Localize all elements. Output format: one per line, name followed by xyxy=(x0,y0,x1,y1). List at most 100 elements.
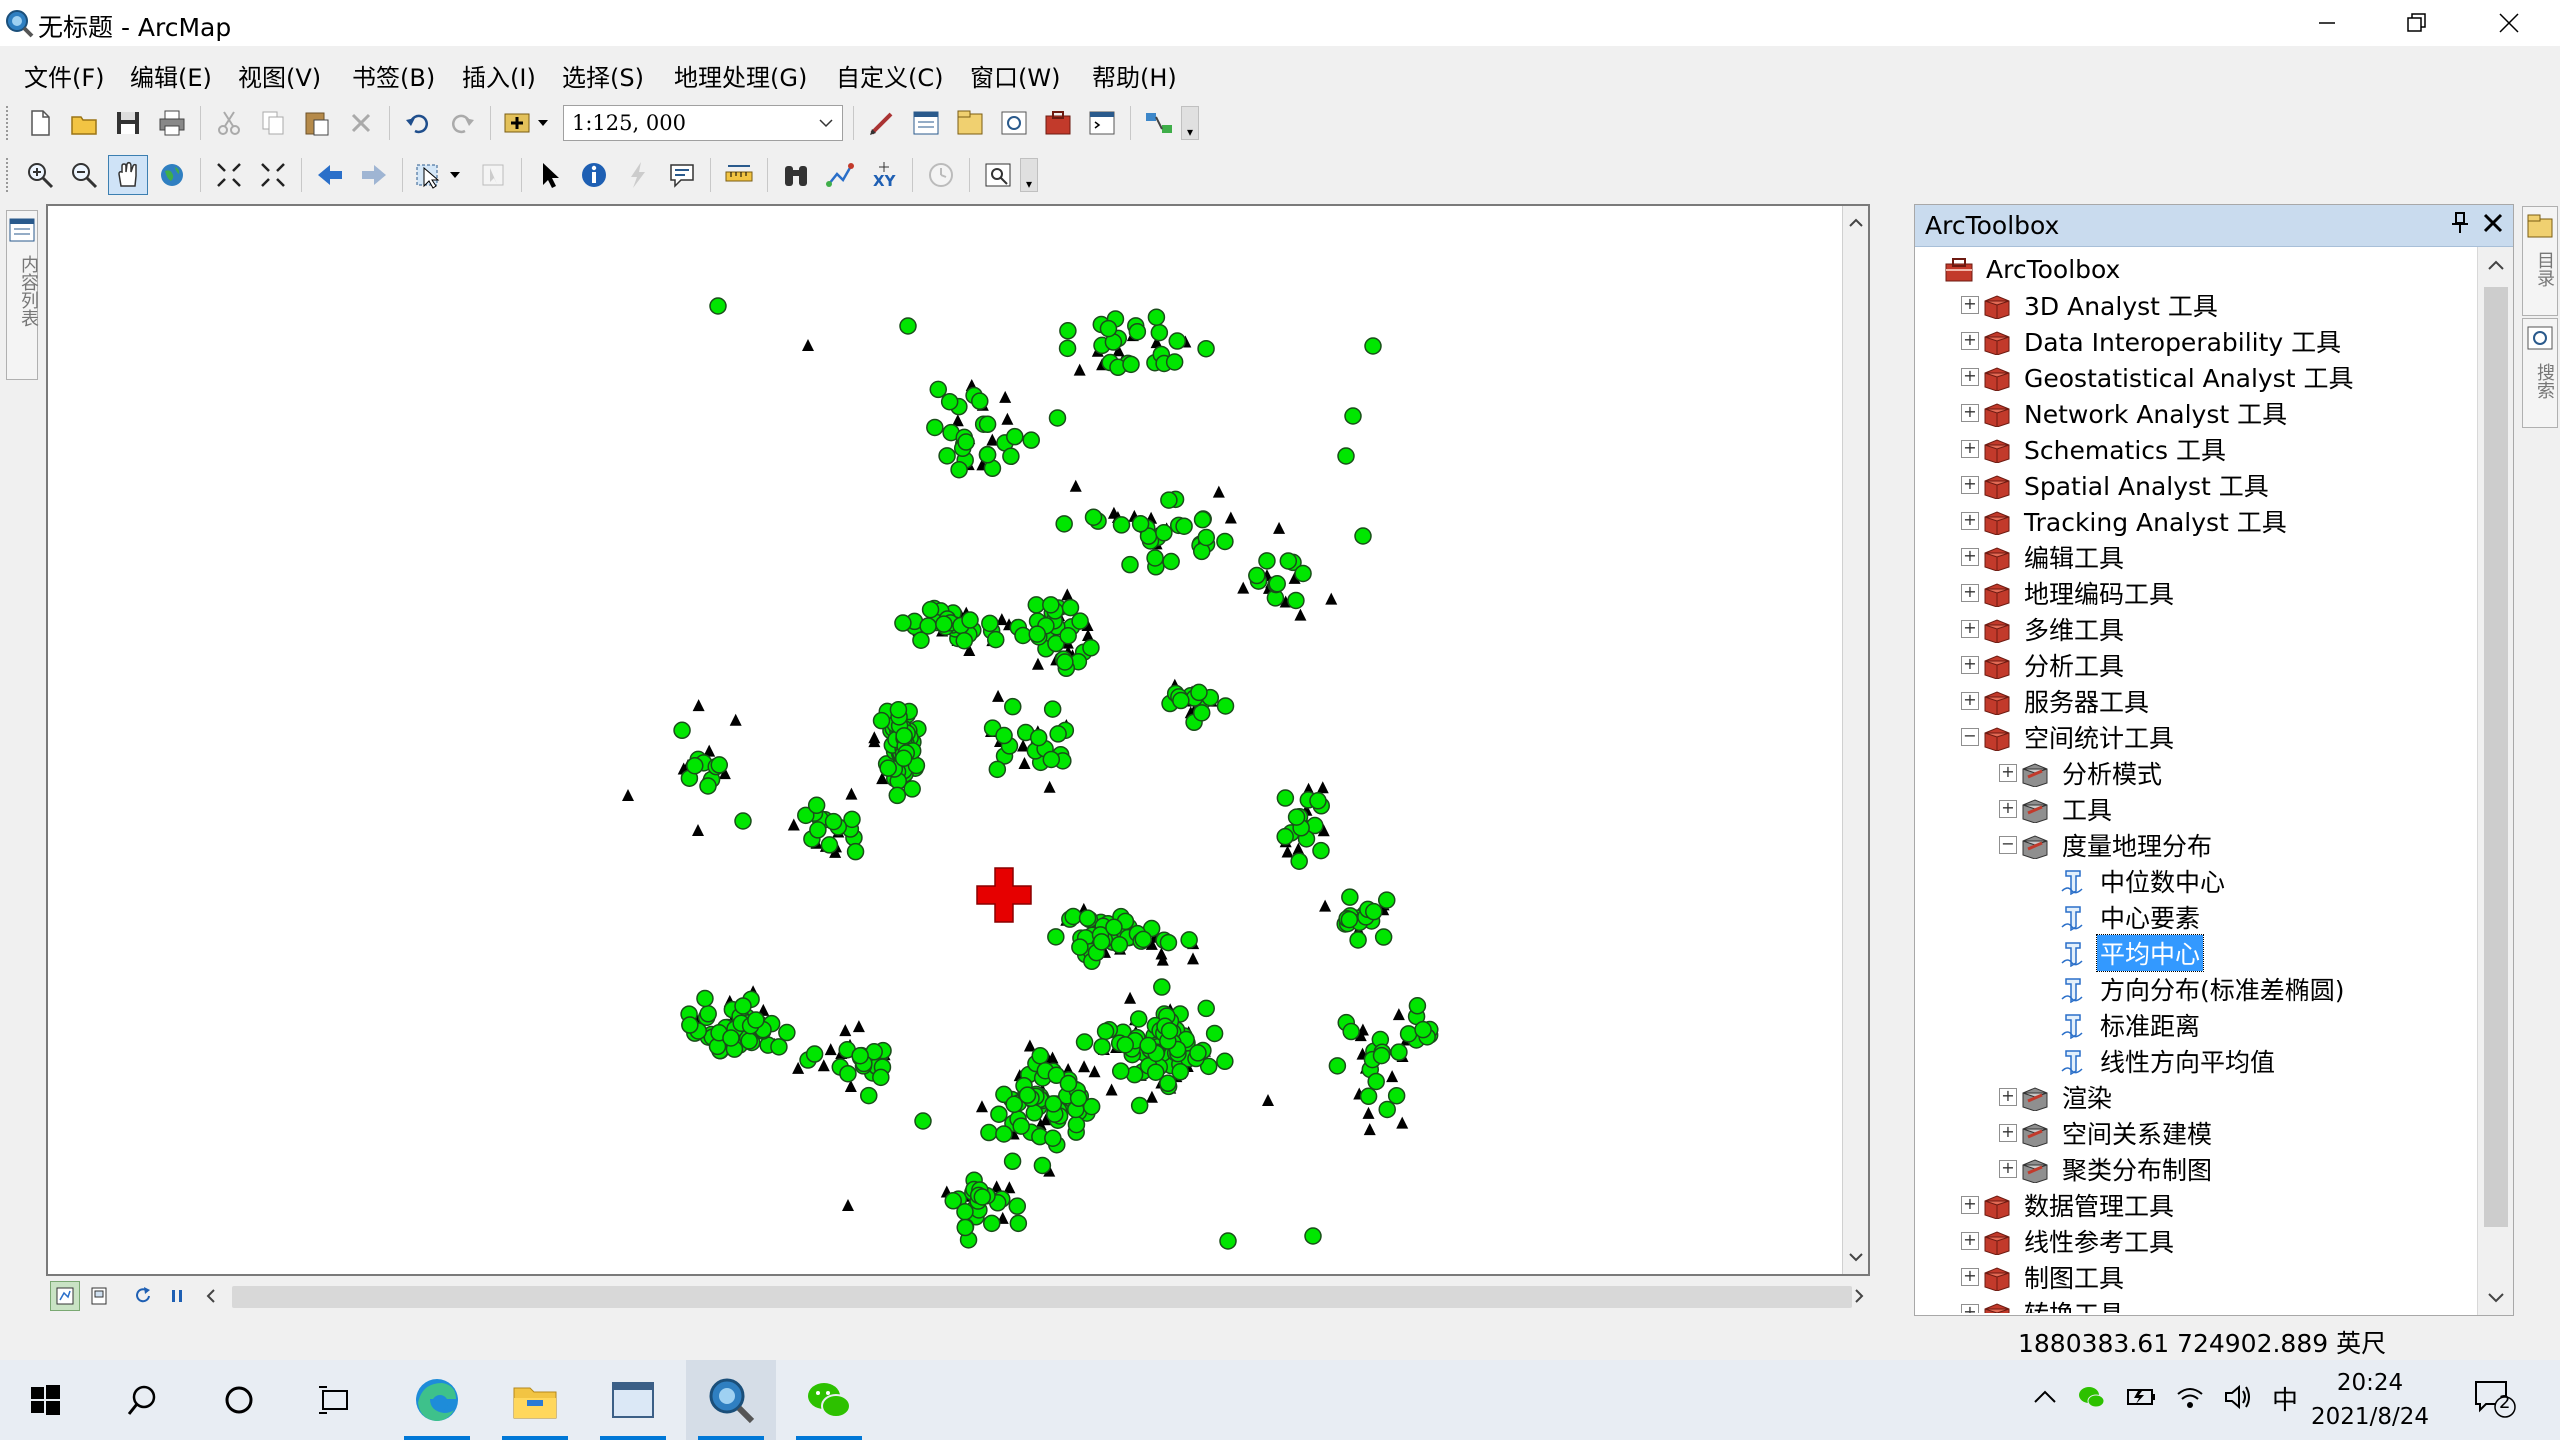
tree-item-toolset[interactable]: 聚类分布制图 xyxy=(2019,1151,2215,1187)
toolbar-grip[interactable] xyxy=(6,158,12,192)
wechat-taskbar-button[interactable] xyxy=(784,1360,874,1440)
fixed-zoom-out-button[interactable] xyxy=(253,155,293,195)
tree-item-tool[interactable]: 中位数中心 xyxy=(2057,863,2228,899)
expand-icon[interactable]: + xyxy=(1961,620,1979,638)
map-scale-combobox[interactable]: 1:125, 000 xyxy=(563,105,843,141)
full-extent-button[interactable] xyxy=(152,155,192,195)
tree-item-toolset[interactable]: 渲染 xyxy=(2019,1079,2115,1115)
toolbar-grip[interactable] xyxy=(6,106,12,140)
copy-button[interactable] xyxy=(253,103,293,143)
tree-item-toolset[interactable]: 分析模式 xyxy=(2019,755,2165,791)
tree-item-toolbox[interactable]: Tracking Analyst 工具 xyxy=(1981,503,2290,539)
expand-icon[interactable]: + xyxy=(1961,692,1979,710)
zoom-out-button[interactable] xyxy=(64,155,104,195)
toolbox-scroll-thumb[interactable] xyxy=(2484,287,2508,1227)
menu-view[interactable]: 视图(V) xyxy=(232,56,327,95)
delete-button[interactable] xyxy=(341,103,381,143)
tree-item-toolbox[interactable]: Network Analyst 工具 xyxy=(1981,395,2290,431)
tree-item-toolbox[interactable]: 转换工具 xyxy=(1981,1295,2127,1313)
menu-bookmarks[interactable]: 书签(B) xyxy=(346,56,441,95)
go-back-button[interactable] xyxy=(310,155,350,195)
taskbar-search-button[interactable] xyxy=(98,1360,188,1440)
expand-icon[interactable]: + xyxy=(1961,656,1979,674)
refresh-button[interactable] xyxy=(128,1281,158,1311)
toolbar-overflow-button[interactable]: ▾ xyxy=(1020,158,1038,192)
tree-item-tool[interactable]: 线性方向平均值 xyxy=(2057,1043,2278,1079)
pan-button[interactable] xyxy=(108,155,148,195)
tree-item-toolbox[interactable]: Data Interoperability 工具 xyxy=(1981,323,2344,359)
menu-selection[interactable]: 选择(S) xyxy=(556,56,650,95)
tree-item-toolbox[interactable]: Spatial Analyst 工具 xyxy=(1981,467,2272,503)
hyperlink-button[interactable] xyxy=(618,155,658,195)
add-data-button[interactable] xyxy=(499,103,557,143)
tree-item-toolbox[interactable]: 线性参考工具 xyxy=(1981,1223,2177,1259)
expand-icon[interactable]: + xyxy=(1961,548,1979,566)
show-hidden-icons-button[interactable] xyxy=(2030,1382,2060,1418)
minimize-button[interactable] xyxy=(2282,0,2372,46)
wifi-icon[interactable] xyxy=(2174,1382,2206,1418)
map-vertical-scrollbar[interactable] xyxy=(1842,206,1868,1274)
expand-icon[interactable]: + xyxy=(1961,512,1979,530)
scroll-left-button[interactable] xyxy=(196,1281,226,1311)
expand-icon[interactable]: + xyxy=(1961,1268,1979,1286)
search-tab[interactable]: 搜索 xyxy=(2522,318,2558,428)
paste-button[interactable] xyxy=(297,103,337,143)
tree-item-tool[interactable]: 平均中心 xyxy=(2057,934,2205,972)
save-button[interactable] xyxy=(108,103,148,143)
tree-item-toolbox[interactable]: 空间统计工具 xyxy=(1981,719,2177,755)
close-panel-button[interactable] xyxy=(2481,207,2505,244)
expand-icon[interactable]: + xyxy=(1999,1124,2017,1142)
menu-windows[interactable]: 窗口(W) xyxy=(964,56,1066,95)
expand-icon[interactable]: + xyxy=(1999,764,2017,782)
pin-icon[interactable] xyxy=(2449,211,2471,241)
tree-item-toolset[interactable]: 度量地理分布 xyxy=(2019,827,2215,863)
input-method-indicator[interactable]: 中 xyxy=(2272,1380,2298,1417)
menu-edit[interactable]: 编辑(E) xyxy=(124,56,218,95)
tree-item-toolbox[interactable]: 服务器工具 xyxy=(1981,683,2152,719)
tree-item-toolbox[interactable]: 制图工具 xyxy=(1981,1259,2127,1295)
scroll-down-icon[interactable] xyxy=(1843,1244,1869,1270)
html-popup-button[interactable] xyxy=(662,155,702,195)
table-of-contents-button[interactable] xyxy=(906,103,946,143)
tree-item-root[interactable]: ArcToolbox xyxy=(1943,251,2123,287)
tree-item-toolbox[interactable]: 数据管理工具 xyxy=(1981,1187,2177,1223)
go-to-xy-button[interactable]: XY xyxy=(864,155,904,195)
tree-item-toolset[interactable]: 空间关系建模 xyxy=(2019,1115,2215,1151)
catalog-window-button[interactable] xyxy=(950,103,990,143)
expand-icon[interactable]: + xyxy=(1961,476,1979,494)
zoom-in-button[interactable] xyxy=(20,155,60,195)
undo-button[interactable] xyxy=(398,103,438,143)
expand-icon[interactable]: + xyxy=(1961,404,1979,422)
collapse-icon[interactable]: − xyxy=(1999,836,2017,854)
tree-item-toolbox[interactable]: Schematics 工具 xyxy=(1981,431,2229,467)
layout-view-button[interactable] xyxy=(84,1281,114,1311)
find-route-button[interactable] xyxy=(820,155,860,195)
tree-item-toolbox[interactable]: 地理编码工具 xyxy=(1981,575,2177,611)
table-of-contents-tab[interactable]: 内容列表 xyxy=(6,210,39,380)
window-app-taskbar-button[interactable] xyxy=(588,1360,678,1440)
menu-help[interactable]: 帮助(H) xyxy=(1086,56,1183,95)
open-button[interactable] xyxy=(64,103,104,143)
tree-item-toolbox[interactable]: 多维工具 xyxy=(1981,611,2127,647)
file-explorer-taskbar-button[interactable] xyxy=(490,1360,580,1440)
volume-icon[interactable] xyxy=(2222,1382,2254,1418)
fixed-zoom-in-button[interactable] xyxy=(209,155,249,195)
tree-item-tool[interactable]: 中心要素 xyxy=(2057,899,2203,935)
expand-icon[interactable]: + xyxy=(1961,368,1979,386)
scroll-down-icon[interactable] xyxy=(2478,1283,2514,1313)
arctoolbox-button[interactable] xyxy=(1038,103,1078,143)
expand-icon[interactable]: + xyxy=(1961,1232,1979,1250)
time-slider-button[interactable] xyxy=(921,155,961,195)
tree-item-toolbox[interactable]: 3D Analyst 工具 xyxy=(1981,287,2221,323)
pause-drawing-button[interactable] xyxy=(162,1281,192,1311)
measure-button[interactable] xyxy=(719,155,759,195)
expand-icon[interactable]: + xyxy=(1961,1196,1979,1214)
python-window-button[interactable] xyxy=(1082,103,1122,143)
edge-taskbar-button[interactable] xyxy=(392,1360,482,1440)
expand-icon[interactable]: + xyxy=(1999,1160,2017,1178)
restore-button[interactable] xyxy=(2372,0,2462,46)
task-view-button[interactable] xyxy=(290,1360,380,1440)
arcmap-taskbar-button[interactable] xyxy=(686,1360,776,1440)
expand-icon[interactable]: + xyxy=(1999,800,2017,818)
expand-icon[interactable]: + xyxy=(1961,296,1979,314)
